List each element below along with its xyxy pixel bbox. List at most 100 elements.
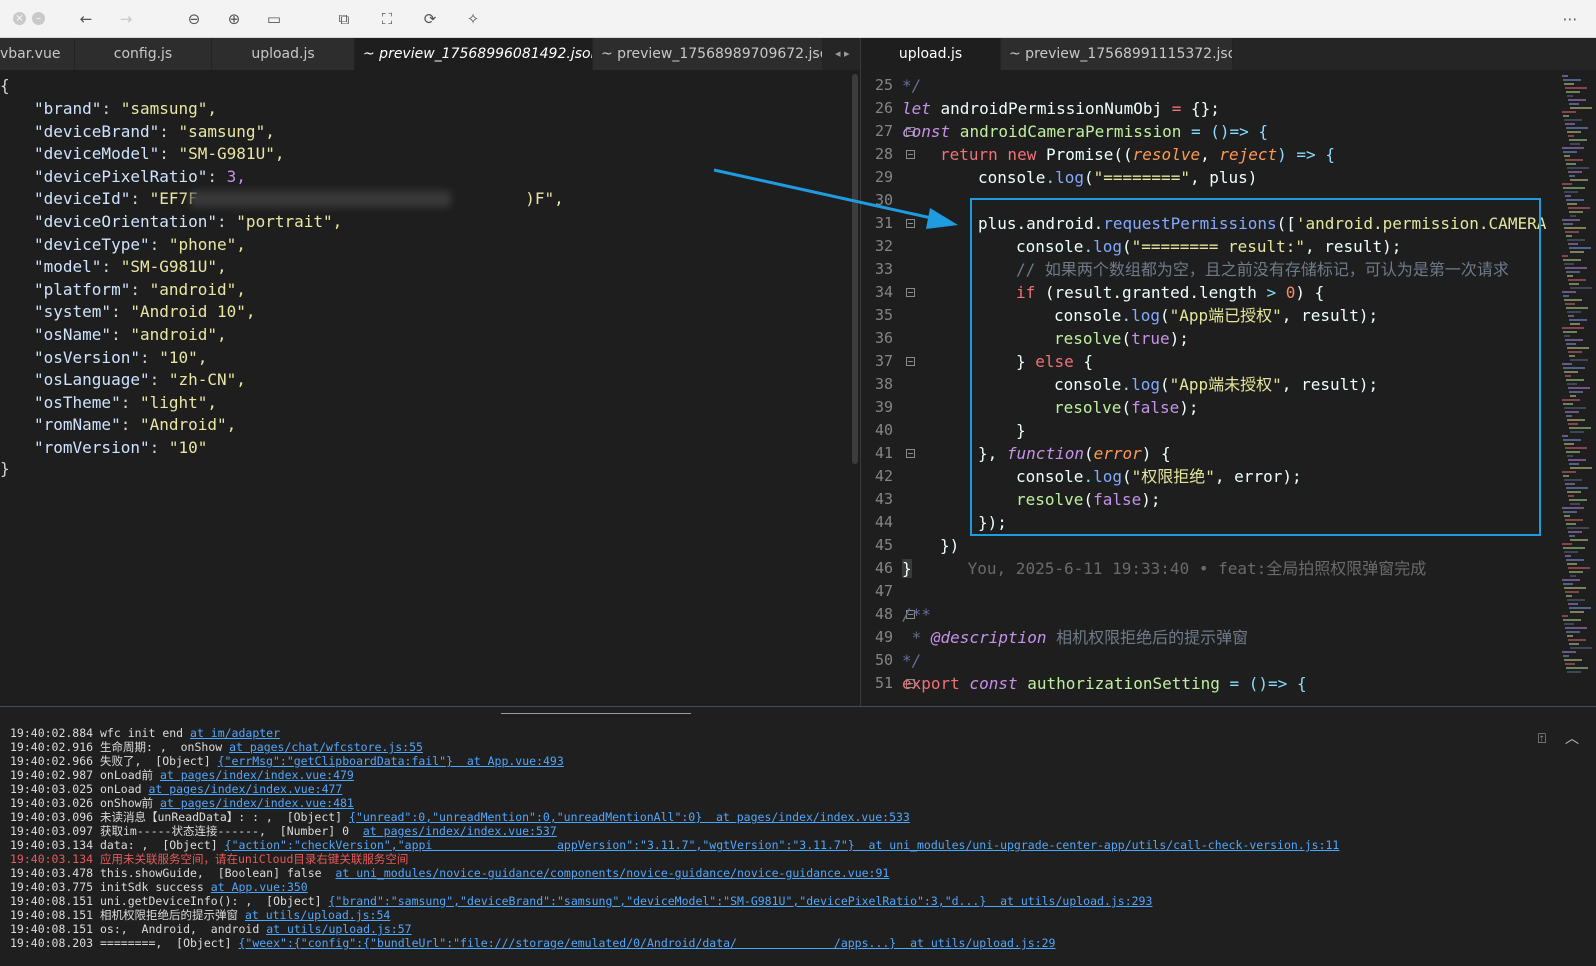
json-value: "samsung",	[178, 121, 275, 141]
json-key: "romVersion"	[34, 438, 150, 457]
console-source-link[interactable]: at uni_modules/novice-guidance/component…	[335, 866, 889, 880]
more-icon[interactable]: ⋯	[1560, 9, 1580, 29]
copy-icon[interactable]: ⧉	[334, 9, 354, 29]
tab-vbar-vue[interactable]: vbar.vue	[0, 38, 75, 70]
console-line: 19:40:02.884 wfc init end at im/adapter	[10, 726, 1510, 740]
console-source-link[interactable]: at utils/upload.js:57	[266, 922, 411, 936]
json-key: "osLanguage"	[34, 370, 150, 390]
line-number: 37	[874, 352, 893, 370]
fold-toggle-icon[interactable]	[906, 357, 915, 366]
json-entry: "osName": "android",	[34, 325, 227, 344]
minimize-icon[interactable]: –	[32, 12, 45, 25]
magic-icon[interactable]: ✧	[463, 9, 483, 29]
console-source-link[interactable]: at utils/upload.js:54	[245, 908, 390, 922]
json-value: "portrait",	[236, 212, 343, 231]
fold-toggle-icon[interactable]	[906, 449, 915, 458]
line-number: 47	[874, 582, 893, 600]
clear-console-icon[interactable]: ⍐	[1533, 730, 1551, 748]
code-minimap[interactable]	[1560, 74, 1594, 694]
json-key: "deviceModel"	[34, 144, 160, 164]
json-entry: "osLanguage": "zh-CN",	[34, 370, 246, 390]
left-editor-scrollbar[interactable]	[852, 74, 858, 464]
console-log-list: 19:40:02.884 wfc init end at im/adapter 1…	[10, 726, 1510, 950]
json-key: "model"	[34, 257, 102, 277]
json-value: 3,	[226, 166, 246, 186]
chevron-up-icon[interactable]: ︿	[1563, 730, 1581, 748]
back-icon[interactable]: ←	[76, 9, 96, 29]
fit-icon[interactable]: ▭	[264, 9, 284, 29]
console-line: 19:40:03.134 应用未关联服务空间，请在uniCloud目录右键关联服…	[10, 852, 1510, 866]
annotation-highlight-box	[970, 198, 1541, 536]
console-source-link[interactable]: at pages/index/index.vue:537	[363, 824, 557, 838]
json-value: "10",	[159, 347, 208, 367]
line-number: 35	[874, 306, 893, 324]
code-line-29: console.log("========", plus)	[978, 168, 1258, 187]
console-source-link[interactable]: {"weex":{"config":{"bundleUrl":"file:///…	[238, 936, 1055, 950]
git-blame-annotation: You, 2025-6-11 19:33:40 • feat:全局拍照权限弹窗完…	[967, 559, 1427, 578]
json-entry: "deviceModel": "SM-G981U",	[34, 144, 285, 164]
tab-preview-json-right[interactable]: ~ preview_17568991115372.json	[1001, 38, 1233, 70]
console-line: 19:40:03.025 onLoad at pages/index/index…	[10, 782, 1510, 796]
line-number: 38	[874, 375, 893, 393]
line-number: 51	[874, 674, 893, 692]
left-tab-bar: vbar.vue config.js upload.js ~ preview_1…	[0, 38, 860, 70]
console-source-link[interactable]: {"unread":0,"unreadMention":0,"unreadMen…	[349, 810, 910, 824]
line-number: 40	[874, 421, 893, 439]
console-resize-handle[interactable]	[501, 713, 691, 714]
json-value: "zh-CN",	[168, 370, 246, 390]
json-open-brace: {	[0, 76, 10, 95]
screenshot-icon[interactable]: ⛶	[377, 9, 397, 29]
close-icon[interactable]: ×	[13, 12, 26, 25]
json-value: "SM-G981U",	[120, 257, 227, 277]
fold-toggle-icon[interactable]	[906, 150, 915, 159]
code-line-45: })	[940, 536, 960, 555]
code-line-49: * @description 相机权限拒绝后的提示弹窗	[902, 628, 1249, 647]
json-key: "brand"	[34, 99, 102, 118]
code-line-25: */	[902, 76, 922, 95]
zoom-in-icon[interactable]: ⊕	[224, 9, 244, 29]
zoom-out-icon[interactable]: ⊖	[184, 9, 204, 29]
tab-scroll-arrows-icon[interactable]: ◂ ▸	[835, 38, 850, 70]
console-message: 19:40:02.916 生命周期: , onShow	[10, 740, 230, 754]
tab-upload-js-right[interactable]: upload.js	[861, 38, 1001, 70]
console-source-link[interactable]: at im/adapter	[190, 726, 280, 740]
console-message: 19:40:02.884 wfc init end	[10, 726, 191, 740]
line-number: 34	[874, 283, 893, 301]
json-entry: "deviceOrientation": "portrait",	[34, 212, 343, 231]
console-line: 19:40:03.097 获取im-----状态连接------, [Numbe…	[10, 824, 1510, 838]
console-line: 19:40:08.151 os:, Android, android at ut…	[10, 922, 1510, 936]
json-key: "osTheme"	[34, 392, 121, 412]
tab-upload-js[interactable]: upload.js	[212, 38, 355, 70]
json-entry: "model": "SM-G981U",	[34, 257, 227, 277]
tab-preview-json-active[interactable]: ~ preview_17568996081492.json	[355, 38, 593, 70]
json-value: "android",	[149, 279, 246, 299]
device-id-blur	[190, 191, 451, 207]
forward-icon[interactable]: →	[116, 9, 136, 29]
console-source-link[interactable]: {"errMsg":"getClipboardData:fail"} at Ap…	[218, 754, 564, 768]
console-source-link[interactable]: at pages/index/index.vue:477	[148, 782, 342, 796]
console-message: 19:40:03.025 onLoad	[10, 782, 149, 796]
console-source-link[interactable]: {"brand":"samsung","deviceBrand":"samsun…	[329, 894, 1153, 908]
code-line-48: /**	[902, 605, 931, 624]
console-source-link[interactable]: at App.vue:350	[211, 880, 308, 894]
console-source-link[interactable]: {"action":"checkVersion","appi appVersio…	[225, 838, 1340, 852]
console-message: 19:40:08.151 uni.getDeviceInfo(): , [Obj…	[10, 894, 329, 908]
json-key: "deviceBrand"	[34, 121, 160, 141]
line-number: 49	[874, 628, 893, 646]
fold-toggle-icon[interactable]	[906, 288, 915, 297]
json-entry: "deviceType": "phone",	[34, 234, 246, 254]
console-source-link[interactable]: at pages/index/index.vue:479	[160, 768, 354, 782]
tab-preview-json[interactable]: ~ preview_17568989709672.json	[593, 38, 823, 70]
rotate-icon[interactable]: ⟳	[420, 9, 440, 29]
line-number: 42	[874, 467, 893, 485]
console-source-link[interactable]: at pages/chat/wfcstore.js:55	[229, 740, 423, 754]
line-number: 43	[874, 490, 893, 508]
json-close-brace: }	[0, 459, 10, 478]
line-number: 50	[874, 651, 893, 669]
console-source-link[interactable]: at pages/index/index.vue:481	[160, 796, 354, 810]
console-line: 19:40:08.151 uni.getDeviceInfo(): , [Obj…	[10, 894, 1510, 908]
json-entry: "platform": "android",	[34, 279, 246, 299]
json-entry: "devicePixelRatio": 3,	[34, 166, 246, 186]
line-number: 26	[874, 99, 893, 117]
tab-config-js[interactable]: config.js	[75, 38, 212, 70]
